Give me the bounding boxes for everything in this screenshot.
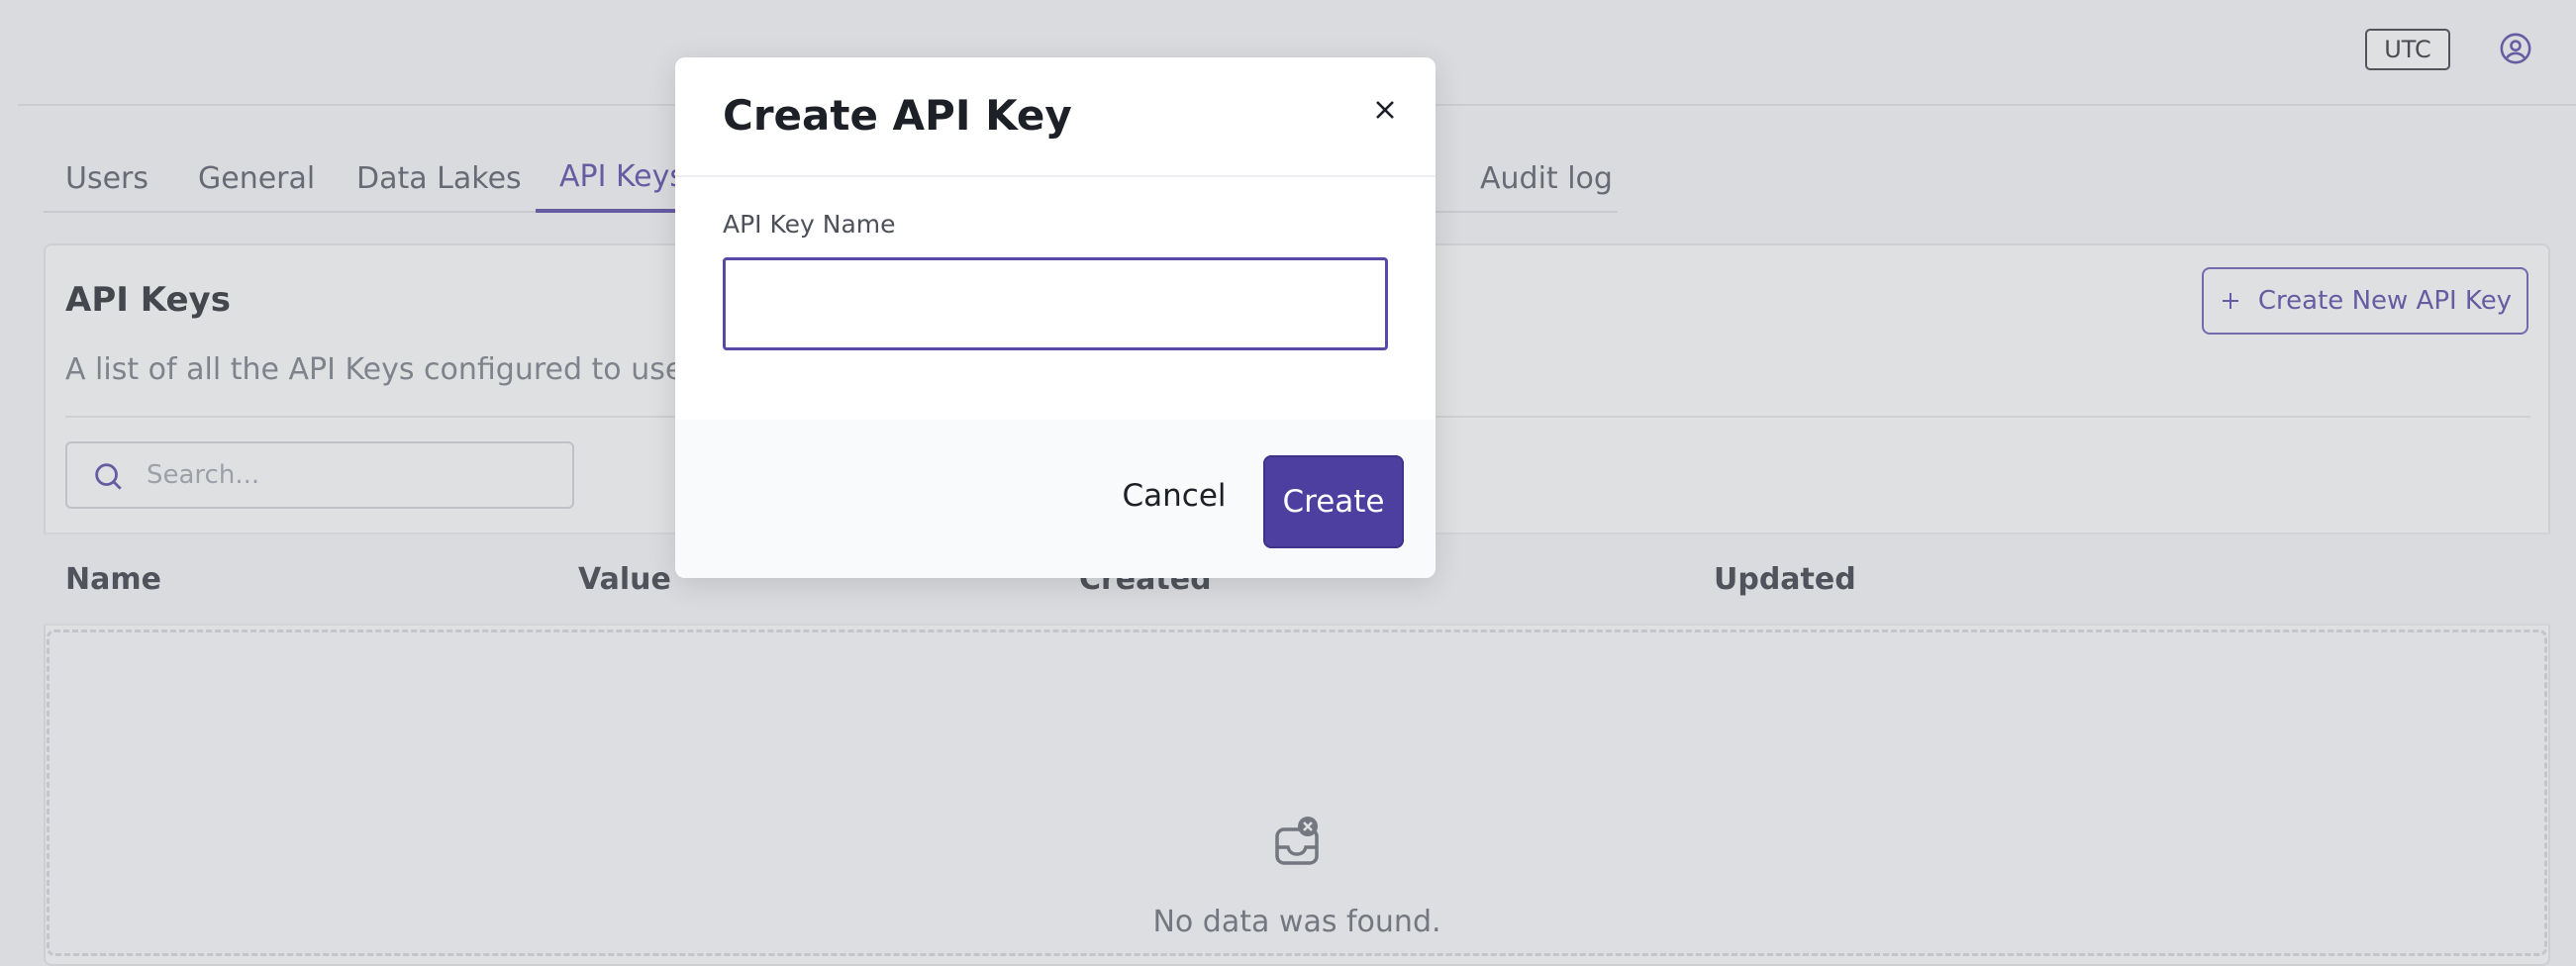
create-button[interactable]: Create — [1263, 455, 1404, 548]
api-key-name-input[interactable] — [723, 257, 1388, 350]
cancel-button[interactable]: Cancel — [1105, 459, 1243, 532]
modal-divider — [675, 175, 1436, 177]
modal-footer: Cancel Create — [675, 420, 1436, 578]
modal-title: Create API Key — [723, 91, 1072, 140]
api-key-name-label: API Key Name — [723, 210, 896, 239]
close-icon — [1376, 101, 1394, 119]
page: UTC Users General Data Lakes API Keys Au… — [0, 0, 2576, 966]
close-button[interactable] — [1368, 93, 1402, 127]
create-api-key-modal: Create API Key API Key Name Cancel Creat… — [675, 57, 1436, 578]
